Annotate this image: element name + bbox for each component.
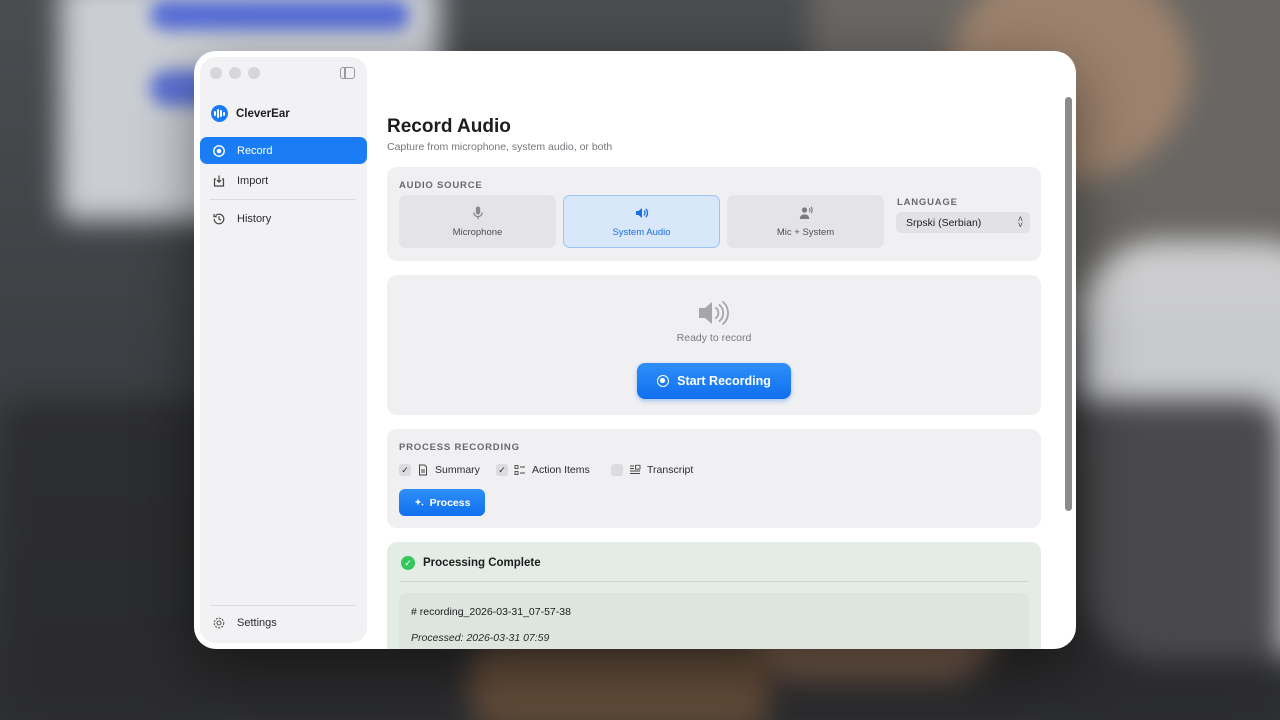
section-label: PROCESS RECORDING [399, 442, 520, 453]
scrollbar[interactable] [1065, 97, 1072, 511]
start-recording-button[interactable]: Start Recording [637, 363, 791, 399]
sidebar-item-import[interactable]: Import [200, 167, 367, 194]
page-subtitle: Capture from microphone, system audio, o… [387, 141, 613, 153]
transcript-checkbox[interactable] [611, 464, 623, 476]
zoom-window-button[interactable] [248, 67, 260, 79]
sidebar-toggle-icon[interactable] [340, 67, 355, 79]
checkmark-circle-icon: ✓ [401, 556, 415, 570]
history-icon [213, 213, 225, 224]
source-mic-system-button[interactable]: Mic + System [727, 195, 884, 248]
recorder-status: Ready to record [676, 332, 752, 344]
record-icon [213, 144, 225, 157]
source-label: Microphone [452, 227, 503, 238]
source-system-audio-button[interactable]: System Audio [563, 195, 720, 248]
nav-divider [210, 199, 356, 200]
microphone-icon [472, 206, 483, 220]
process-button[interactable]: Process [399, 489, 485, 516]
app-name: CleverEar [236, 107, 290, 120]
close-window-button[interactable] [210, 67, 222, 79]
audio-source-card: AUDIO SOURCE Microphone System Audio Mic… [387, 167, 1041, 261]
result-heading: # recording_2026-03-31_07-57-38 [411, 606, 571, 618]
sidebar-item-label: Import [237, 174, 269, 187]
source-microphone-button[interactable]: Microphone [399, 195, 556, 248]
section-label: AUDIO SOURCE [399, 180, 483, 191]
sidebar-item-record[interactable]: Record [200, 137, 367, 164]
recorder-card: Ready to record Start Recording [387, 275, 1041, 415]
sparkles-icon [414, 498, 424, 506]
transcript-icon [630, 464, 641, 474]
page-title: Record Audio [387, 116, 511, 137]
sidebar-item-history[interactable]: History [200, 205, 367, 232]
result-title: Processing Complete [423, 557, 541, 569]
process-card: PROCESS RECORDING ✓ Summary ✓ Action Ite… [387, 429, 1041, 528]
import-icon [213, 175, 225, 187]
waveform-logo-icon [211, 105, 228, 122]
checklist-icon [514, 465, 525, 475]
gear-icon [213, 617, 225, 628]
sidebar: CleverEar Record Import History Settings [200, 57, 367, 643]
option-label: Action Items [532, 464, 590, 476]
option-label: Transcript [647, 464, 694, 476]
summary-checkbox[interactable]: ✓ [399, 464, 411, 476]
option-transcript[interactable]: Transcript [611, 464, 693, 476]
brand: CleverEar [211, 105, 290, 122]
sidebar-item-label: History [237, 212, 272, 225]
record-icon [657, 375, 670, 387]
language-label: LANGUAGE [897, 197, 958, 208]
source-label: Mic + System [776, 227, 835, 238]
result-header: ✓ Processing Complete [401, 556, 541, 570]
sidebar-item-settings[interactable]: Settings [200, 609, 367, 636]
option-action-items[interactable]: ✓ Action Items [496, 464, 590, 476]
language-value: Srpski (Serbian) [906, 216, 982, 229]
document-icon [419, 464, 427, 476]
result-output: # recording_2026-03-31_07-57-38 Processe… [399, 593, 1029, 649]
app-window: CleverEar Record Import History Settings… [194, 51, 1076, 649]
source-label: System Audio [612, 227, 671, 238]
chevron-updown-icon: ˄ ˅ [1017, 214, 1023, 230]
button-label: Process [429, 496, 471, 509]
speaker-icon [699, 301, 729, 325]
result-meta: Processed: 2026-03-31 07:59 [411, 632, 550, 644]
sidebar-item-label: Record [237, 144, 273, 157]
sidebar-item-label: Settings [237, 616, 277, 629]
language-select[interactable]: Srpski (Serbian) ˄ ˅ [896, 212, 1030, 233]
option-label: Summary [435, 464, 480, 476]
result-divider [399, 581, 1029, 582]
window-controls [210, 67, 260, 79]
speaker-icon [635, 208, 648, 218]
person-wave-icon [799, 206, 813, 219]
minimize-window-button[interactable] [229, 67, 241, 79]
main-content: Record Audio Capture from microphone, sy… [387, 51, 1076, 649]
button-label: Start Recording [677, 374, 771, 388]
result-card: ✓ Processing Complete # recording_2026-0… [387, 542, 1041, 649]
action-items-checkbox[interactable]: ✓ [496, 464, 508, 476]
option-summary[interactable]: ✓ Summary [399, 464, 480, 476]
nav-divider [210, 605, 356, 606]
